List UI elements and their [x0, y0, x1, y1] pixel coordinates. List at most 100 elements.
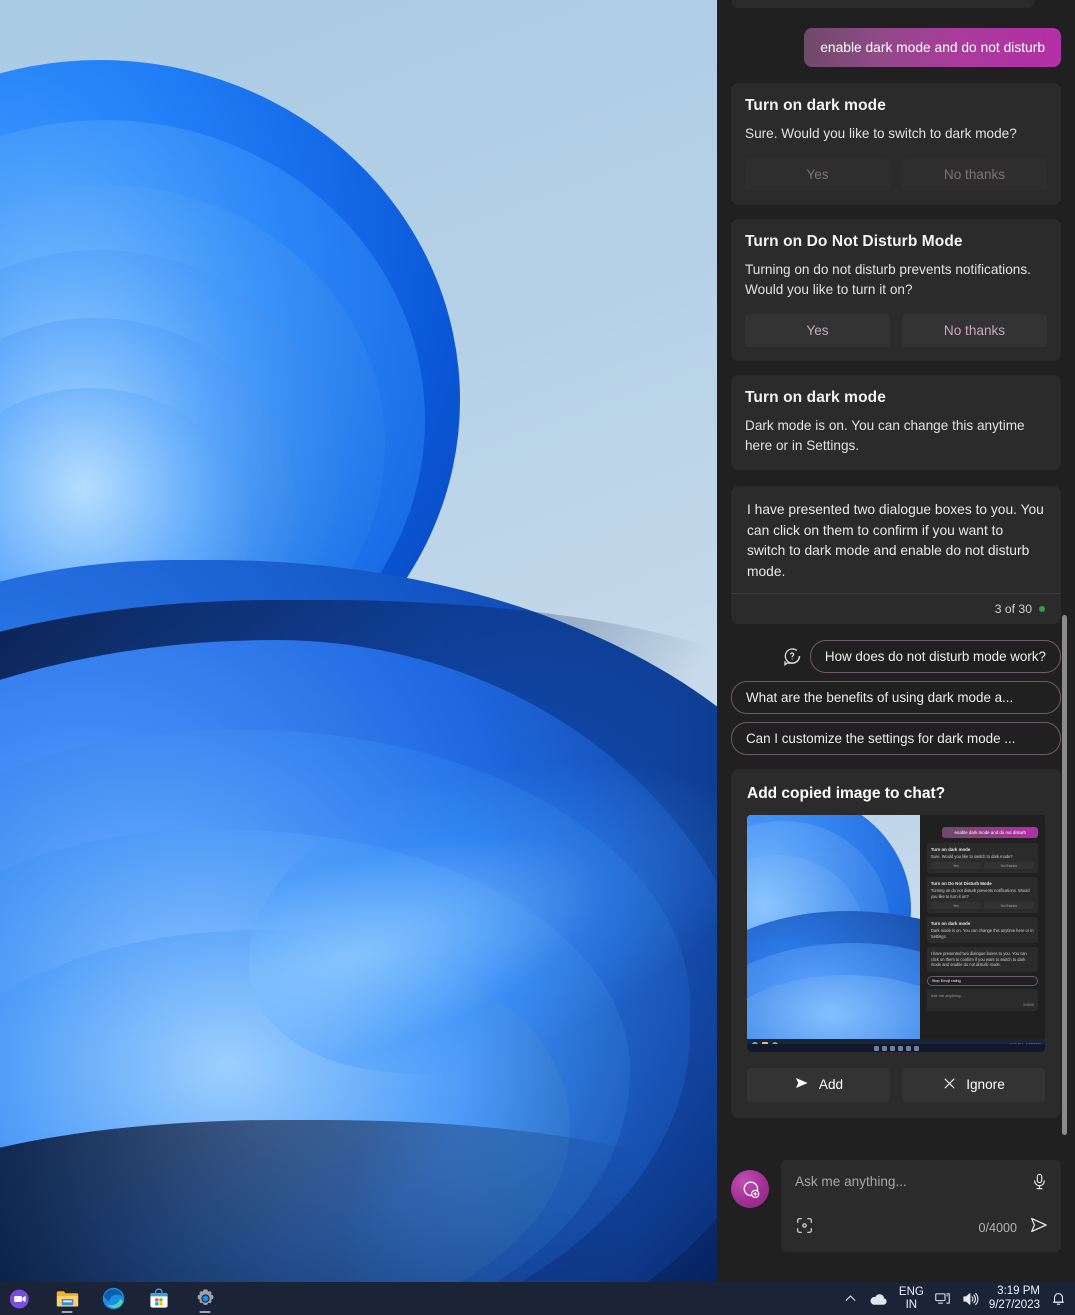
suggestion-row: What are the benefits of using dark mode… — [731, 680, 1061, 714]
send-arrow-icon — [794, 1075, 810, 1094]
message-input-placeholder[interactable]: Ask me anything... — [795, 1174, 1047, 1189]
thumb-card: Turn on Do Not Disturb Mode Turning on d… — [926, 877, 1038, 914]
ignore-image-button-label: Ignore — [966, 1077, 1005, 1093]
suggestion-list: How does do not disturb mode work? What … — [731, 639, 1061, 755]
notification-bell-icon[interactable] — [1050, 1290, 1067, 1307]
image-card-title: Add copied image to chat? — [747, 784, 946, 802]
strip-icon — [889, 1045, 895, 1051]
settings-gear-icon[interactable] — [188, 1284, 222, 1314]
chat-teams-icon[interactable] — [4, 1284, 38, 1314]
thumb-card: Turn on dark mode Sure. Would you like t… — [926, 842, 1038, 874]
microsoft-edge-icon[interactable] — [96, 1284, 130, 1314]
thumbnail-copilot-panel: enable dark mode and do not disturb Turn… — [919, 814, 1045, 1052]
new-chat-bubble-icon[interactable] — [731, 1170, 769, 1208]
character-counter: 0/4000 — [978, 1220, 1017, 1235]
composer-bottom-row: 0/4000 — [795, 1215, 1049, 1240]
volume-icon[interactable] — [961, 1290, 979, 1308]
thumb-assistant-text: I have presented two dialogue boxes to y… — [930, 951, 1027, 968]
clock[interactable]: 3:19 PM 9/27/2023 — [989, 1285, 1040, 1311]
thumbnail-bottom-strip — [747, 1043, 1045, 1052]
screen-root: enable dark mode and do not disturb Turn… — [0, 0, 1075, 1315]
assistant-message-footer: 3 of 30 — [731, 592, 1061, 624]
strip-icon — [913, 1045, 919, 1051]
send-icon[interactable] — [1029, 1215, 1049, 1240]
screenshot-capture-icon[interactable] — [795, 1216, 814, 1240]
microsoft-store-icon[interactable] — [142, 1284, 176, 1314]
card-body: Turning on do not disturb prevents notif… — [745, 261, 1031, 297]
card-title: Turn on dark mode — [745, 97, 886, 114]
copied-image-thumbnail[interactable]: enable dark mode and do not disturb Turn… — [747, 814, 1045, 1052]
language-indicator[interactable]: ENG IN — [899, 1286, 924, 1310]
thumb-no-button: No thanks — [983, 902, 1034, 910]
yes-button[interactable]: Yes — [745, 157, 890, 191]
thumbnail-wallpaper — [747, 814, 920, 1052]
no-thanks-button[interactable]: No thanks — [902, 157, 1047, 191]
thumb-suggestion-chip: Stop Emoji rating — [926, 975, 1038, 986]
thumb-no-button: No thanks — [983, 862, 1034, 870]
user-message-bubble: enable dark mode and do not disturb — [804, 28, 1061, 67]
language-region: IN — [905, 1298, 918, 1311]
strip-icon — [905, 1045, 911, 1051]
close-x-icon — [942, 1076, 957, 1094]
card-body: Dark mode is on. You can change this any… — [745, 417, 1025, 453]
suggestion-row: How does do not disturb mode work? — [731, 639, 1061, 673]
microphone-icon[interactable] — [1030, 1172, 1049, 1196]
strip-icon — [873, 1045, 879, 1051]
language-primary: ENG — [898, 1286, 924, 1299]
thumb-card-title: Turn on dark mode — [930, 846, 971, 852]
network-icon[interactable] — [934, 1290, 951, 1307]
add-image-button-label: Add — [818, 1077, 844, 1093]
dialog-card-dark-mode-confirmation: Turn on dark mode Dark mode is on. You c… — [731, 374, 1061, 470]
taskbar-app-icons — [4, 1284, 222, 1314]
add-image-button[interactable]: Add — [747, 1067, 890, 1102]
desktop-wallpaper[interactable] — [0, 0, 717, 1282]
onedrive-cloud-icon[interactable] — [868, 1291, 889, 1307]
chat-scrollbar-track[interactable] — [1062, 0, 1072, 1150]
composer-area: Ask me anything... 0/4000 — [717, 1150, 1075, 1282]
thumb-card-actions: Yes No thanks — [930, 862, 1034, 870]
assistant-message-card: I have presented two dialogue boxes to y… — [731, 485, 1061, 624]
chevron-up-icon[interactable] — [843, 1291, 858, 1306]
copilot-panel: enable dark mode and do not disturb Turn… — [717, 0, 1075, 1282]
thumb-card-body: Dark mode is on. You can change this any… — [930, 928, 1034, 939]
thumb-yes-button: Yes — [930, 862, 981, 870]
thumb-card-body: Sure. Would you like to switch to dark m… — [930, 853, 1013, 859]
card-body: Sure. Would you like to switch to dark m… — [745, 126, 1017, 141]
assistant-message-text: I have presented two dialogue boxes to y… — [747, 501, 1044, 579]
suggestion-chip-1[interactable]: What are the benefits of using dark mode… — [731, 680, 1061, 714]
thumb-placeholder: Ask me anything... — [930, 992, 964, 998]
thumb-composer: Ask me anything... 0/4000 — [926, 988, 1038, 1011]
previous-card-partial — [731, 0, 1035, 8]
file-explorer-icon[interactable] — [50, 1284, 84, 1314]
thumb-card-body: Turning on do not disturb prevents notif… — [930, 888, 1030, 899]
card-title: Turn on dark mode — [745, 388, 886, 406]
chat-scrollbar-thumb[interactable] — [1062, 615, 1067, 1135]
chat-scroll-area[interactable]: enable dark mode and do not disturb Turn… — [717, 0, 1075, 1150]
user-message-row: enable dark mode and do not disturb — [731, 28, 1061, 67]
thumb-card-title: Turn on dark mode — [930, 921, 971, 927]
thumb-card-title: Turn on Do Not Disturb Mode — [930, 881, 992, 887]
taskbar-active-indicator — [61, 1310, 73, 1313]
message-counter: 3 of 30 — [994, 601, 1032, 616]
taskbar-active-indicator — [199, 1310, 211, 1313]
yes-button[interactable]: Yes — [745, 313, 890, 347]
suggestion-row: Can I customize the settings for dark mo… — [731, 721, 1061, 755]
ignore-image-button[interactable]: Ignore — [902, 1067, 1045, 1102]
system-tray: ENG IN 3:19 PM 9/27/2023 — [843, 1285, 1067, 1311]
thumb-card-actions: Yes No thanks — [930, 902, 1034, 910]
dialog-card-dark-mode-prompt: Turn on dark mode Sure. Would you like t… — [731, 83, 1061, 205]
suggestion-chip-0[interactable]: How does do not disturb mode work? — [809, 639, 1061, 673]
suggestion-chip-2[interactable]: Can I customize the settings for dark mo… — [731, 721, 1061, 755]
windows-taskbar: ENG IN 3:19 PM 9/27/2023 — [0, 1282, 1075, 1315]
thumb-assistant-card: I have presented two dialogue boxes to y… — [926, 947, 1038, 972]
status-dot-icon — [1039, 605, 1045, 612]
add-copied-image-card: Add copied image to chat? enable dark mo… — [731, 768, 1061, 1118]
thumb-char-count: 0/4000 — [1023, 1002, 1034, 1007]
card-actions: Yes No thanks — [745, 157, 1047, 191]
no-thanks-button[interactable]: No thanks — [902, 313, 1047, 347]
strip-icon — [881, 1045, 887, 1051]
message-input-wrapper[interactable]: Ask me anything... 0/4000 — [781, 1160, 1061, 1252]
question-bubble-icon — [782, 646, 802, 667]
clock-time: 3:19 PM — [997, 1285, 1040, 1298]
thumb-yes-button: Yes — [930, 902, 981, 910]
